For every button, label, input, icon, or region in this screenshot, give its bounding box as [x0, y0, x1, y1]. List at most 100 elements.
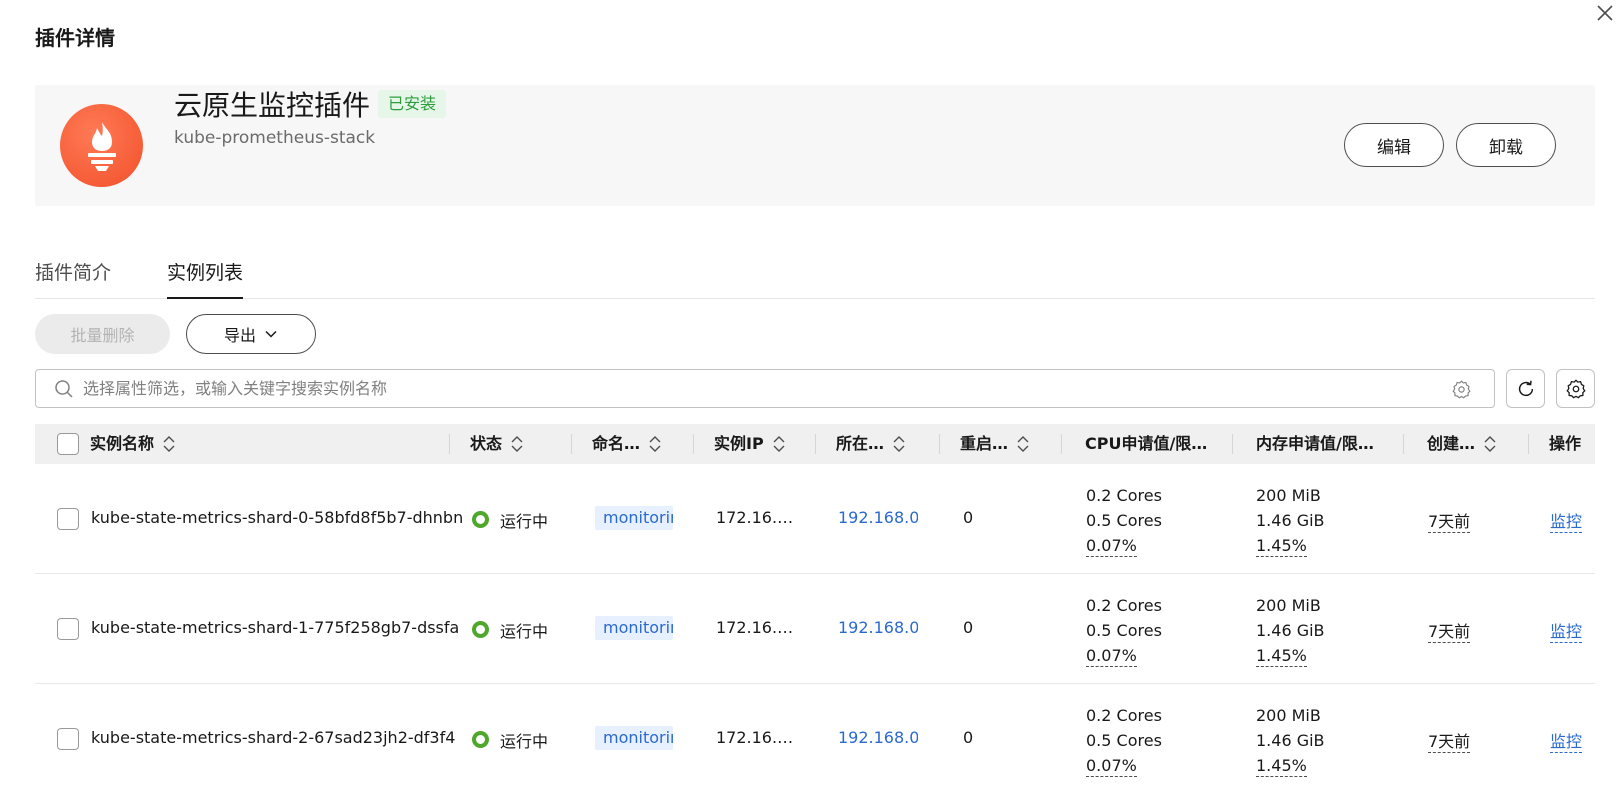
cpu-limit: 0.5 Cores [1086, 731, 1162, 750]
mem-limit: 1.46 GiB [1256, 731, 1325, 750]
column-header-name[interactable]: 实例名称 [90, 424, 176, 464]
search-input[interactable] [83, 374, 1433, 403]
node-link[interactable]: 192.168.0.1 [838, 618, 918, 637]
column-header-restarts[interactable]: 重启… [960, 424, 1030, 464]
refresh-button[interactable] [1506, 369, 1545, 408]
uninstall-button[interactable]: 卸载 [1456, 123, 1556, 167]
plugin-id: kube-prometheus-stack [174, 128, 376, 148]
plugin-name: 云原生监控插件 [174, 89, 371, 122]
mem-usage[interactable]: 1.45% [1256, 536, 1307, 557]
sort-icon [1484, 436, 1496, 452]
column-label: 内存申请值/限… [1256, 434, 1374, 453]
instance-ip: 172.16.… [716, 508, 794, 527]
installed-status-badge: 已安装 [378, 90, 447, 118]
mem-limit: 1.46 GiB [1256, 621, 1325, 640]
cpu-request: 0.2 Cores [1086, 596, 1162, 615]
edit-button[interactable]: 编辑 [1344, 123, 1444, 167]
column-header-ip[interactable]: 实例IP [714, 424, 786, 464]
instance-name: kube-state-metrics-shard-2-67sad23jh2-df… [91, 728, 456, 747]
export-button[interactable]: 导出 [186, 314, 316, 354]
instance-ip: 172.16.… [716, 728, 794, 747]
row-checkbox[interactable] [57, 728, 79, 750]
instance-name: kube-state-metrics-shard-0-58bfd8f5b7-dh… [91, 508, 464, 527]
table-settings-button[interactable] [1556, 369, 1595, 408]
column-separator [449, 434, 450, 454]
mem-usage[interactable]: 1.45% [1256, 756, 1307, 777]
cpu-stack: 0.2 Cores 0.5 Cores 0.07% [1086, 593, 1162, 668]
instance-status: 运行中 [500, 732, 549, 751]
search-icon [55, 380, 73, 398]
row-checkbox[interactable] [57, 618, 79, 640]
column-header-actions: 操作 [1549, 424, 1581, 464]
select-all-checkbox[interactable] [57, 433, 79, 455]
created-time[interactable]: 7天前 [1428, 732, 1471, 753]
instance-name: kube-state-metrics-shard-1-775f258gb7-ds… [91, 618, 460, 637]
cpu-request: 0.2 Cores [1086, 486, 1162, 505]
column-separator [1061, 434, 1062, 454]
monitor-link[interactable]: 监控 [1550, 512, 1583, 533]
cpu-limit: 0.5 Cores [1086, 621, 1162, 640]
mem-request: 200 MiB [1256, 596, 1321, 615]
monitor-link[interactable]: 监控 [1550, 732, 1583, 753]
created-time[interactable]: 7天前 [1428, 512, 1471, 533]
instance-status: 运行中 [500, 512, 549, 531]
instance-ip: 172.16.… [716, 618, 794, 637]
row-checkbox[interactable] [57, 508, 79, 530]
sort-icon [511, 436, 523, 452]
filter-settings-icon[interactable] [1451, 379, 1472, 400]
column-separator [1528, 434, 1529, 454]
cpu-usage[interactable]: 0.07% [1086, 646, 1137, 667]
column-separator [1232, 434, 1233, 454]
table-row: kube-state-metrics-shard-1-775f258gb7-ds… [35, 574, 1595, 684]
sort-icon [893, 436, 905, 452]
node-link[interactable]: 192.168.0.1 [838, 728, 918, 747]
chevron-down-icon [265, 330, 277, 338]
column-header-node[interactable]: 所在… [836, 424, 906, 464]
node-link[interactable]: 192.168.0.1 [838, 508, 918, 527]
column-header-cpu[interactable]: CPU申请值/限… [1085, 424, 1207, 464]
column-header-status[interactable]: 状态 [470, 424, 524, 464]
batch-delete-button[interactable]: 批量删除 [35, 314, 170, 354]
column-label: 实例名称 [90, 434, 155, 453]
status-running-icon [472, 621, 489, 638]
column-header-created[interactable]: 创建… [1427, 424, 1497, 464]
status-running-icon [472, 731, 489, 748]
prometheus-logo-icon [60, 104, 143, 187]
column-header-memory[interactable]: 内存申请值/限… [1256, 424, 1374, 464]
instance-status: 运行中 [500, 622, 549, 641]
monitor-link[interactable]: 监控 [1550, 622, 1583, 643]
namespace-tag: monitoring [595, 616, 673, 640]
tab-plugin-intro[interactable]: 插件简介 [35, 258, 111, 299]
sort-icon [163, 436, 175, 452]
export-label: 导出 [223, 326, 256, 345]
cpu-usage[interactable]: 0.07% [1086, 756, 1137, 777]
column-separator [815, 434, 816, 454]
tab-bar: 插件简介 实例列表 [35, 253, 1595, 299]
column-label: 实例IP [714, 434, 764, 453]
column-separator [1403, 434, 1404, 454]
status-running-icon [472, 511, 489, 528]
table-row: kube-state-metrics-shard-2-67sad23jh2-df… [35, 684, 1595, 787]
mem-usage[interactable]: 1.45% [1256, 646, 1307, 667]
close-icon[interactable] [1596, 4, 1614, 22]
tab-instance-list[interactable]: 实例列表 [167, 258, 244, 299]
column-label: CPU申请值/限… [1085, 434, 1208, 453]
column-label: 重启… [960, 434, 1009, 453]
mem-limit: 1.46 GiB [1256, 511, 1325, 530]
cpu-usage[interactable]: 0.07% [1086, 536, 1137, 557]
gear-icon [1565, 378, 1586, 399]
refresh-icon [1518, 380, 1533, 396]
cpu-request: 0.2 Cores [1086, 706, 1162, 725]
column-separator [693, 434, 694, 454]
cpu-stack: 0.2 Cores 0.5 Cores 0.07% [1086, 703, 1162, 778]
memory-stack: 200 MiB 1.46 GiB 1.45% [1256, 593, 1325, 668]
page-title: 插件详情 [35, 26, 115, 50]
column-label: 创建… [1427, 434, 1476, 453]
created-time[interactable]: 7天前 [1428, 622, 1471, 643]
column-header-namespace[interactable]: 命名… [592, 424, 662, 464]
cpu-stack: 0.2 Cores 0.5 Cores 0.07% [1086, 483, 1162, 558]
column-label: 状态 [470, 434, 503, 453]
table-header: 实例名称 状态 命名… 实例IP 所在… 重启… CPU申请值/限… 内存申请值… [35, 424, 1595, 464]
sort-icon [773, 436, 785, 452]
memory-stack: 200 MiB 1.46 GiB 1.45% [1256, 483, 1325, 558]
